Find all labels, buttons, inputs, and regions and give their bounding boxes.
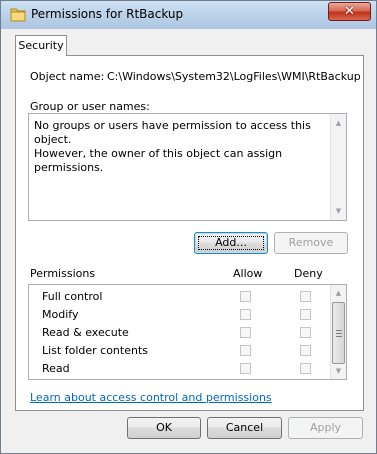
permission-name: Full control <box>42 290 103 303</box>
add-button[interactable]: Add... <box>194 232 268 254</box>
message-line: No groups or users have permission to ac… <box>34 119 311 146</box>
scroll-up-arrow-icon[interactable]: ▲ <box>331 286 346 300</box>
grip-icon <box>336 333 342 334</box>
permission-row: Modify <box>29 306 330 324</box>
apply-button[interactable]: Apply <box>288 417 363 439</box>
deny-column-header: Deny <box>294 267 323 280</box>
allow-column-header: Allow <box>233 267 263 280</box>
object-name-label: Object name: <box>30 70 105 83</box>
close-button[interactable]: ✕ <box>328 2 371 21</box>
scroll-down-arrow-icon[interactable]: ▼ <box>331 364 346 378</box>
window-title: Permissions for RtBackup <box>31 7 184 21</box>
group-list-scrollbar[interactable]: ▲ ▼ <box>330 114 346 220</box>
no-permissions-message: No groups or users have permission to ac… <box>34 119 346 175</box>
deny-checkbox[interactable] <box>300 291 311 302</box>
grip-icon <box>336 330 342 331</box>
message-line: However, the owner of this object can as… <box>34 147 283 174</box>
group-names-label: Group or user names: <box>30 100 150 113</box>
allow-checkbox[interactable] <box>240 345 251 356</box>
permissions-dialog: Permissions for RtBackup ✕ Security Obje… <box>0 0 377 454</box>
allow-checkbox[interactable] <box>240 291 251 302</box>
permission-name: Modify <box>42 308 79 321</box>
title-bar[interactable]: Permissions for RtBackup ✕ <box>1 1 376 29</box>
scroll-down-arrow-icon[interactable]: ▼ <box>331 204 346 218</box>
scroll-up-arrow-icon[interactable]: ▲ <box>331 116 346 130</box>
object-name-value: C:\Windows\System32\LogFiles\WMI\RtBacku… <box>107 70 361 83</box>
permission-name: Read & execute <box>42 326 129 339</box>
permissions-list: Full control Modify Read & execute List … <box>28 284 347 380</box>
deny-checkbox[interactable] <box>300 345 311 356</box>
deny-checkbox[interactable] <box>300 327 311 338</box>
grip-icon <box>336 336 342 337</box>
close-icon: ✕ <box>344 4 355 19</box>
allow-checkbox[interactable] <box>240 363 251 374</box>
permission-row: Full control <box>29 288 330 306</box>
permission-row: Read & execute <box>29 324 330 342</box>
focus-rectangle <box>198 236 264 250</box>
permission-row: List folder contents <box>29 342 330 360</box>
remove-button[interactable]: Remove <box>274 232 348 254</box>
group-names-list[interactable]: No groups or users have permission to ac… <box>28 113 347 221</box>
learn-more-link[interactable]: Learn about access control and permissio… <box>30 391 272 404</box>
deny-checkbox[interactable] <box>300 309 311 320</box>
permissions-scrollbar[interactable]: ▲ ▼ <box>330 285 346 379</box>
tab-security[interactable]: Security <box>15 35 67 56</box>
permission-row: Read <box>29 360 330 378</box>
folder-icon <box>10 8 26 22</box>
allow-checkbox[interactable] <box>240 309 251 320</box>
permission-name: List folder contents <box>42 344 148 357</box>
permission-name: Read <box>42 362 70 375</box>
deny-checkbox[interactable] <box>300 363 311 374</box>
scroll-thumb[interactable] <box>332 302 345 364</box>
ok-button[interactable]: OK <box>127 417 201 439</box>
cancel-button[interactable]: Cancel <box>207 417 282 439</box>
permissions-label: Permissions <box>30 267 96 280</box>
allow-checkbox[interactable] <box>240 327 251 338</box>
